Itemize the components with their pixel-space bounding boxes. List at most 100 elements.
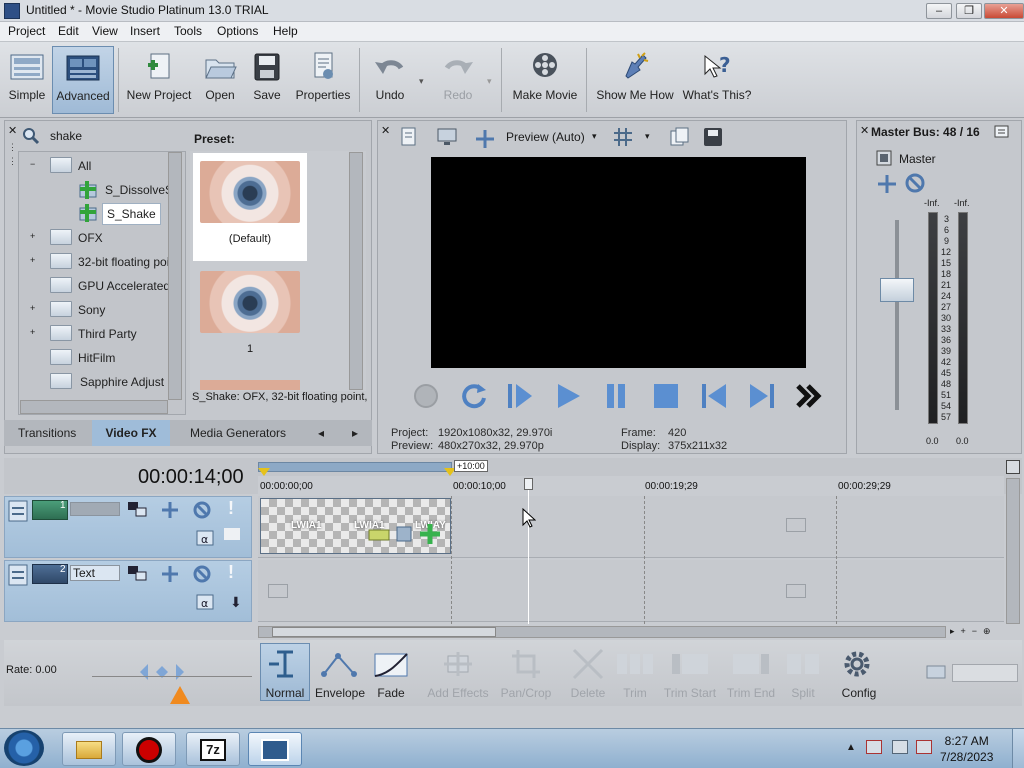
redo-dropdown-icon[interactable]: ▾ — [487, 76, 492, 87]
mixer-settings-icon[interactable] — [994, 124, 1010, 140]
close-panel-icon[interactable]: ✕ — [860, 124, 869, 137]
tree-horizontal-scrollbar[interactable] — [20, 400, 168, 414]
track-name-field[interactable]: Text — [70, 565, 120, 581]
preview-quality-select[interactable]: Preview (Auto) — [506, 130, 585, 144]
track-mute-icon[interactable] — [192, 500, 212, 520]
close-button[interactable]: ✕ — [984, 3, 1024, 19]
menu-insert[interactable]: Insert — [130, 24, 160, 38]
master-mute-icon[interactable] — [904, 172, 926, 194]
close-panel-icon[interactable]: ✕ — [8, 124, 17, 137]
undo-button[interactable]: Undo — [368, 50, 412, 102]
track-expand-icon[interactable] — [8, 564, 28, 586]
track-name-field[interactable] — [70, 502, 120, 516]
panel-grip-icon[interactable]: ⋮ ⋮ — [8, 140, 17, 168]
tab-media-generators[interactable]: Media Generators — [190, 420, 286, 446]
tree-vertical-scrollbar[interactable] — [168, 152, 182, 400]
track-motion-icon[interactable] — [126, 564, 148, 584]
normal-edit-tool-button[interactable]: Normal — [260, 643, 310, 701]
stop-icon[interactable] — [650, 380, 682, 412]
timeline-scroll-thumb[interactable] — [272, 627, 496, 637]
undo-dropdown-icon[interactable]: ▾ — [419, 76, 424, 87]
pan-crop-button[interactable]: Pan/Crop — [496, 648, 556, 700]
new-project-button[interactable]: New Project — [124, 50, 194, 102]
timeline-zoom-controls[interactable]: ▸+−⊕ — [950, 626, 1020, 638]
compositing-child-icon[interactable]: ⬇ — [230, 594, 242, 611]
menu-tools[interactable]: Tools — [174, 24, 202, 38]
track-motion-icon[interactable] — [126, 500, 148, 520]
rate-slider-track[interactable] — [92, 676, 252, 677]
loop-region-bar[interactable] — [258, 462, 452, 472]
tray-display-icon[interactable] — [892, 740, 908, 754]
trim-button[interactable]: Trim — [614, 648, 656, 700]
minimize-button[interactable]: ‒ — [926, 3, 952, 19]
track-solo-icon[interactable]: ! — [228, 498, 234, 519]
timeline-ruler[interactable] — [258, 476, 1004, 494]
trim-end-button[interactable]: Trim End — [726, 648, 776, 700]
collapse-icon[interactable]: − — [30, 159, 35, 169]
split-screen-icon[interactable] — [474, 128, 496, 150]
loop-playback-icon[interactable] — [458, 380, 490, 412]
menu-edit[interactable]: Edit — [58, 24, 79, 38]
playhead-handle-icon[interactable] — [524, 478, 533, 490]
master-fx-icon[interactable] — [876, 150, 892, 166]
tray-network-icon[interactable] — [866, 740, 882, 754]
config-button[interactable]: Config — [836, 648, 882, 700]
add-effects-button[interactable]: Add Effects — [424, 648, 492, 700]
fade-tool-button[interactable]: Fade — [370, 648, 412, 700]
overlays-grid-icon[interactable] — [612, 126, 634, 148]
master-pan-icon[interactable] — [876, 173, 898, 195]
menu-options[interactable]: Options — [217, 24, 258, 38]
trim-start-button[interactable]: Trim Start — [662, 648, 718, 700]
play-from-start-icon[interactable] — [504, 380, 536, 412]
loop-start-marker-icon[interactable] — [258, 468, 270, 476]
play-icon[interactable] — [552, 380, 584, 412]
close-panel-icon[interactable]: ✕ — [381, 124, 390, 137]
zoom-slider[interactable] — [952, 664, 1018, 682]
expand-icon[interactable]: + — [30, 327, 35, 337]
taskbar-explorer[interactable] — [62, 732, 116, 766]
clip-event-pan-icon[interactable] — [368, 528, 390, 542]
envelope-tool-button[interactable]: Envelope — [314, 648, 366, 700]
taskbar-movie-studio[interactable] — [248, 732, 302, 766]
show-me-how-button[interactable]: Show Me How — [594, 50, 676, 102]
clip-fx-plugin-icon[interactable] — [418, 522, 442, 546]
search-input[interactable]: shake — [46, 126, 186, 146]
properties-button[interactable]: Properties — [293, 50, 353, 102]
menu-project[interactable]: Project — [8, 24, 45, 38]
track-level-slider[interactable] — [224, 528, 240, 540]
taskbar-7zip[interactable]: 7z — [186, 732, 240, 766]
rate-slider-icon[interactable] — [136, 660, 188, 684]
save-button[interactable]: Save — [247, 50, 287, 102]
playhead-cursor[interactable] — [528, 478, 529, 624]
open-button[interactable]: Open — [200, 50, 240, 102]
track-composite-icon[interactable] — [160, 564, 180, 584]
whats-this-button[interactable]: ? What's This? — [682, 50, 752, 102]
track-solo-icon[interactable]: ! — [228, 562, 234, 583]
external-monitor-icon[interactable] — [436, 126, 458, 148]
start-button[interactable] — [4, 730, 44, 766]
timeline-zoom-icon[interactable] — [926, 664, 948, 682]
advanced-button[interactable]: Advanced — [52, 46, 114, 114]
compositing-mode-icon[interactable]: α — [196, 530, 216, 548]
simple-button[interactable]: Simple — [4, 50, 50, 102]
clip-fx-icon[interactable] — [394, 524, 416, 546]
tab-transitions[interactable]: Transitions — [18, 420, 76, 446]
preset-default[interactable]: (Default) — [193, 153, 307, 261]
tab-video-fx[interactable]: Video FX — [92, 420, 170, 446]
timeline-options-icon[interactable] — [1006, 460, 1020, 474]
redo-button[interactable]: Redo — [436, 50, 480, 102]
tab-scroll-left-icon[interactable]: ◂ — [318, 420, 324, 446]
go-to-end-icon[interactable] — [746, 380, 778, 412]
preview-quality-dropdown-icon[interactable]: ▾ — [592, 131, 597, 142]
tab-scroll-right-icon[interactable]: ▸ — [352, 420, 358, 446]
track-expand-icon[interactable] — [8, 500, 28, 522]
delete-button[interactable]: Delete — [566, 648, 610, 700]
compositing-mode-icon[interactable]: α — [196, 594, 216, 612]
master-fader-handle[interactable] — [880, 278, 914, 302]
preset-vertical-scrollbar[interactable] — [349, 152, 363, 390]
rate-marker-icon[interactable] — [170, 686, 190, 704]
show-desktop-button[interactable] — [1012, 729, 1024, 768]
pause-icon[interactable] — [600, 380, 632, 412]
more-controls-icon[interactable] — [794, 380, 826, 412]
taskbar-recorder[interactable] — [122, 732, 176, 766]
